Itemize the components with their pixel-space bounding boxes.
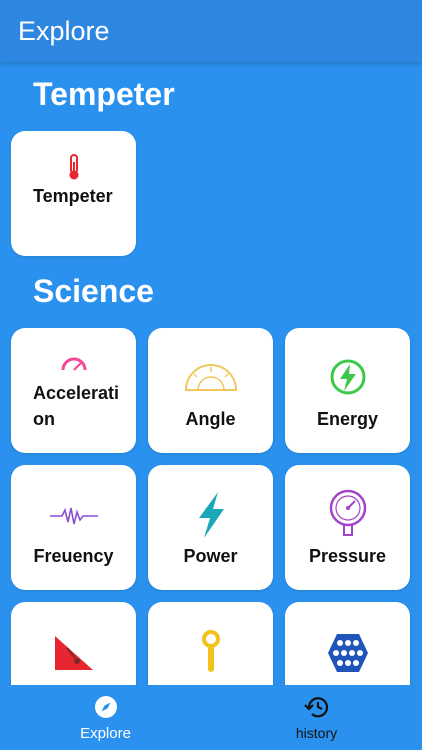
section-title-tempeter: Tempeter [33,76,175,112]
pressure-gauge-icon [285,489,410,537]
nav-explore-label: Explore [80,725,131,742]
speedometer-icon [11,356,136,372]
card-acceleration[interactable]: Acceleration [11,328,136,453]
card-pressure[interactable]: Pressure [285,465,410,590]
lightning-icon [148,491,273,539]
card-energy[interactable]: Energy [285,328,410,453]
key-tool-icon [148,630,273,674]
protractor-icon [148,362,273,392]
hexagon-grid-icon [285,632,410,674]
app-bar-title: Explore [18,15,110,46]
nav-history[interactable]: history [211,685,422,750]
incline-plane-icon [11,634,136,672]
nav-history-label: history [295,725,338,741]
compass-icon [0,695,211,719]
card-label: Angle [185,409,236,429]
energy-bolt-icon [285,358,410,396]
card-label: Tempeter [33,186,113,206]
bottom-nav: Explore history [0,685,422,750]
card-tempeter[interactable]: Tempeter [11,131,136,256]
thermometer-icon [11,153,136,181]
section-title-science: Science [33,273,154,309]
card-label: Energy [316,409,379,429]
waveform-icon [11,505,136,527]
card-power[interactable]: Power [148,465,273,590]
app-bar: Explore [0,0,422,62]
nav-explore[interactable]: Explore [0,685,211,750]
card-frequency[interactable]: Freuency [11,465,136,590]
card-label: Freuency [33,546,114,566]
card-label: Pressure [308,546,387,566]
card-label: Power [183,546,238,566]
card-label: Acceleration [33,383,120,429]
history-icon [211,695,422,719]
card-angle[interactable]: Angle [148,328,273,453]
